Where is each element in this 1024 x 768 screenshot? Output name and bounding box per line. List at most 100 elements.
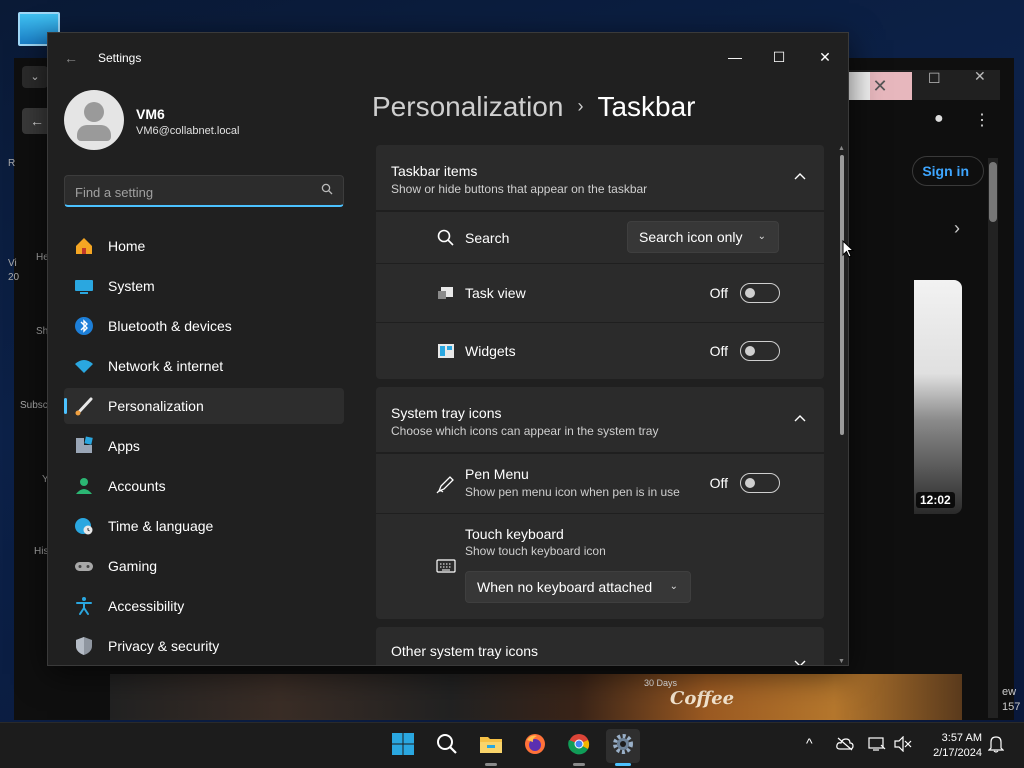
maximize-button[interactable]: ☐ <box>756 41 802 73</box>
page-title: Taskbar <box>597 91 696 122</box>
clock-time: 3:57 AM <box>941 732 982 744</box>
pen-menu-description: Show pen menu icon when pen is in use <box>465 485 680 499</box>
system-tray-card: System tray icons Choose which icons can… <box>376 387 824 619</box>
search-mode-dropdown[interactable]: Search icon only ⌄ <box>627 221 779 253</box>
sidebar-item-gaming[interactable]: Gaming <box>64 548 344 584</box>
background-maximize-icon[interactable]: ☐ <box>928 70 941 87</box>
apps-icon <box>74 436 94 456</box>
clock-date: 2/17/2024 <box>933 747 982 759</box>
mouse-pointer-icon <box>842 240 854 258</box>
touch-keyboard-label: Touch keyboard <box>465 526 564 542</box>
widgets-icon <box>435 340 457 362</box>
chevron-up-icon[interactable]: ^ <box>806 735 813 751</box>
sidebar-item-label: Network & internet <box>108 358 224 374</box>
system-tray-header[interactable]: System tray icons Choose which icons can… <box>376 387 824 453</box>
scroll-down-icon[interactable]: ▼ <box>838 658 845 665</box>
background-close-icon[interactable]: ✕ <box>974 68 986 85</box>
settings-content: Taskbar items Show or hide buttons that … <box>376 145 824 665</box>
sidebar-item-label: Accessibility <box>108 598 185 614</box>
taskbar-items-card: Taskbar items Show or hide buttons that … <box>376 145 824 379</box>
account-icon[interactable]: ● <box>934 110 944 128</box>
system-clock[interactable]: 3:57 AM 2/17/2024 <box>920 731 982 761</box>
video-thumbnail[interactable] <box>914 280 962 514</box>
firefox-button[interactable] <box>518 729 552 763</box>
gear-icon <box>611 732 635 761</box>
user-name: VM6 <box>136 106 165 122</box>
sidebar-item-personalization[interactable]: Personalization <box>64 388 344 424</box>
more-icon[interactable]: ⋮ <box>974 110 990 130</box>
touch-keyboard-description: Show touch keyboard icon <box>465 544 606 558</box>
cloud-offline-icon[interactable] <box>836 737 854 754</box>
background-scrollbar[interactable] <box>988 158 998 718</box>
close-button[interactable]: ✕ <box>802 41 848 73</box>
sign-in-button[interactable]: Sign in <box>912 156 984 186</box>
chrome-icon <box>567 732 591 761</box>
person-icon <box>74 476 94 496</box>
search-input[interactable] <box>75 182 305 202</box>
side-fragment: R <box>8 158 16 169</box>
touch-keyboard-dropdown[interactable]: When no keyboard attached ⌄ <box>465 571 691 603</box>
start-button[interactable] <box>386 729 420 763</box>
pen-icon <box>435 473 457 495</box>
breadcrumb-parent[interactable]: Personalization <box>372 91 563 122</box>
minimize-button[interactable]: — <box>712 41 758 73</box>
sidebar-item-system[interactable]: System <box>64 268 344 304</box>
chevron-down-icon: ⌄ <box>757 231 766 242</box>
sidebar-item-label: Apps <box>108 438 140 454</box>
other-tray-card[interactable]: Other system tray icons <box>376 627 824 665</box>
task-view-icon <box>435 282 457 304</box>
taskbar-items-header[interactable]: Taskbar items Show or hide buttons that … <box>376 145 824 211</box>
toggle-state-text: Off <box>709 475 728 491</box>
home-icon <box>74 236 94 256</box>
window-title: Settings <box>98 51 142 65</box>
sidebar-item-label: Accounts <box>108 478 166 494</box>
taskbar-search-button[interactable] <box>430 729 464 763</box>
sidebar-item-accessibility[interactable]: Accessibility <box>64 588 344 624</box>
sidebar-item-label: Personalization <box>108 398 204 414</box>
sidebar-item-label: System <box>108 278 155 294</box>
user-email: VM6@collabnet.local <box>136 125 240 137</box>
sidebar-item-privacy[interactable]: Privacy & security <box>64 628 344 664</box>
sidebar-item-network[interactable]: Network & internet <box>64 348 344 384</box>
scroll-up-icon[interactable]: ▲ <box>838 145 845 152</box>
banner-coffee-text: Coffee <box>670 688 735 709</box>
volume-muted-icon[interactable] <box>894 735 912 755</box>
task-view-toggle[interactable] <box>740 283 780 303</box>
side-fragment: ew <box>1002 686 1017 698</box>
display-icon <box>74 276 94 296</box>
breadcrumb: Personalization › Taskbar <box>372 91 696 123</box>
chevron-down-icon[interactable] <box>794 655 806 665</box>
widgets-toggle[interactable] <box>740 341 780 361</box>
file-explorer-button[interactable] <box>474 729 508 766</box>
side-fragment: 20 <box>8 272 20 283</box>
pen-menu-toggle[interactable] <box>740 473 780 493</box>
network-icon[interactable] <box>868 736 886 755</box>
search-icon <box>435 227 457 249</box>
sidebar-nav: Home System Bluetooth & devices Network … <box>64 228 344 665</box>
task-view-label: Task view <box>465 285 526 301</box>
toggle-state-text: Off <box>709 285 728 301</box>
chevron-up-icon[interactable] <box>794 167 806 185</box>
chevron-down-icon[interactable]: ⌄ <box>22 66 48 88</box>
side-fragment: Vi <box>8 258 17 269</box>
scrollbar-thumb[interactable] <box>840 155 844 435</box>
avatar[interactable] <box>64 90 124 150</box>
chevron-up-icon[interactable] <box>794 409 806 427</box>
dropdown-value: When no keyboard attached <box>477 579 653 595</box>
sidebar-item-apps[interactable]: Apps <box>64 428 344 464</box>
taskbar: ^ 3:57 AM 2/17/2024 <box>0 722 1024 768</box>
search-icon[interactable] <box>321 183 333 198</box>
search-setting-label: Search <box>465 230 510 246</box>
sidebar-item-home[interactable]: Home <box>64 228 344 264</box>
sidebar-item-bluetooth[interactable]: Bluetooth & devices <box>64 308 344 344</box>
notification-bell-icon[interactable] <box>987 735 1005 756</box>
settings-scrollbar[interactable]: ▲ ▼ <box>838 145 846 665</box>
chrome-button[interactable] <box>562 729 596 766</box>
sidebar-item-accounts[interactable]: Accounts <box>64 468 344 504</box>
back-arrow-icon[interactable]: ← <box>64 50 78 66</box>
search-box[interactable] <box>64 175 344 207</box>
chevron-right-icon[interactable]: › <box>954 218 960 239</box>
video-banner[interactable]: 30 Days Coffee <box>110 674 962 720</box>
sidebar-item-time-language[interactable]: Time & language <box>64 508 344 544</box>
settings-taskbar-button[interactable] <box>606 729 640 766</box>
